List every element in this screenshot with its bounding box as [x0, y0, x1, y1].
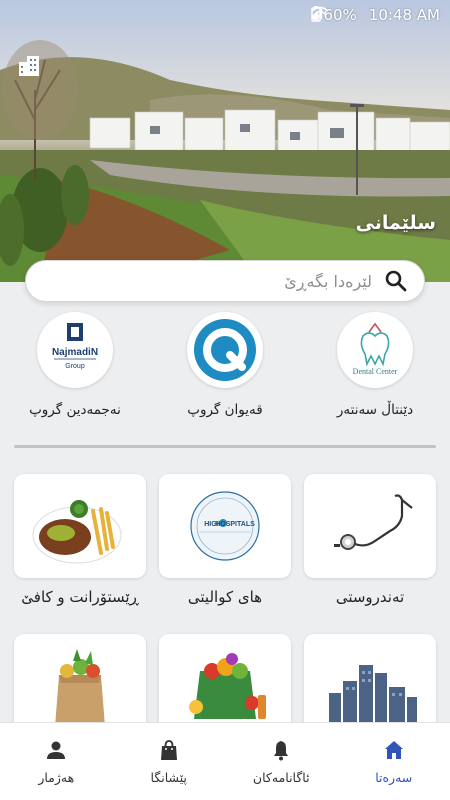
featured-dental-center[interactable]: Dental Center دێنتاڵ سەنتەر [300, 312, 450, 418]
vegetables-bags-icon [189, 653, 266, 719]
svg-text:Group: Group [65, 363, 85, 370]
svg-text:NajmadiN: NajmadiN [52, 347, 98, 358]
high-q-hospitals-logo: HIGH HOSPITALS [190, 491, 260, 561]
hero-cityscape-image [0, 0, 450, 282]
category-card-health[interactable] [304, 474, 436, 578]
svg-text:HOSPITALS: HOSPITALS [215, 521, 255, 528]
dental-center-logo: Dental Center [337, 312, 413, 388]
nav-label: پێشانگا [150, 770, 187, 785]
clock: 10:48 AM [368, 6, 440, 24]
nav-home[interactable]: سەرەتا [338, 723, 450, 800]
search-icon[interactable] [384, 269, 408, 293]
home-icon [384, 741, 403, 759]
search-bar[interactable]: لێرەدا بگەڕێ [25, 260, 425, 302]
bottom-navigation: سەرەتا ئاگانامەکان پێشانگا هەژمار [0, 722, 450, 800]
svg-text:Dental Center: Dental Center [353, 367, 398, 376]
stethoscope-icon [334, 494, 413, 550]
nav-account[interactable]: هەژمار [0, 723, 113, 800]
featured-companies: Dental Center دێنتاڵ سەنتەر قەیوان گروپ … [0, 312, 450, 432]
featured-label: قەیوان گروپ [187, 402, 263, 418]
city-buildings-icon[interactable] [16, 52, 42, 78]
category-card-high-quality[interactable]: HIGH HOSPITALS [159, 474, 291, 578]
qaiwan-group-logo [187, 312, 263, 388]
search-input[interactable]: لێرەدا بگەڕێ [284, 272, 372, 291]
city-buildings-icon [323, 665, 419, 725]
nav-notifications[interactable]: ئاگانامەکان [225, 723, 338, 800]
najmadin-group-logo: NajmadiN Group [37, 312, 113, 388]
nav-label: سەرەتا [375, 770, 413, 785]
featured-label: نەجمەدین گروپ [29, 402, 121, 418]
nav-showcase[interactable]: پێشانگا [113, 723, 226, 800]
category-label: های کوالیتی [187, 588, 263, 606]
featured-qaiwan-group[interactable]: قەیوان گروپ [150, 312, 300, 418]
shopping-bag-icon [160, 740, 177, 760]
featured-label: دێنتاڵ سەنتەر [336, 402, 414, 418]
category-label: ڕێستۆرانت و کافێ [21, 588, 139, 606]
city-name: سلێمانی [355, 212, 436, 234]
featured-najmadin-group[interactable]: NajmadiN Group نەجمەدین گروپ [0, 312, 150, 418]
steak-dish-icon [32, 500, 122, 564]
category-card-restaurants[interactable] [14, 474, 146, 578]
section-divider [14, 445, 436, 448]
grocery-bag-icon [55, 649, 105, 727]
status-bar: 60% 10:48 AM [311, 6, 440, 24]
nav-label: هەژمار [38, 770, 75, 785]
bell-icon [274, 741, 289, 761]
category-label: تەندروستی [335, 588, 405, 606]
nav-label: ئاگانامەکان [252, 770, 310, 785]
hero-banner: 60% 10:48 AM سلێمانی [0, 0, 450, 282]
account-icon [47, 741, 66, 759]
